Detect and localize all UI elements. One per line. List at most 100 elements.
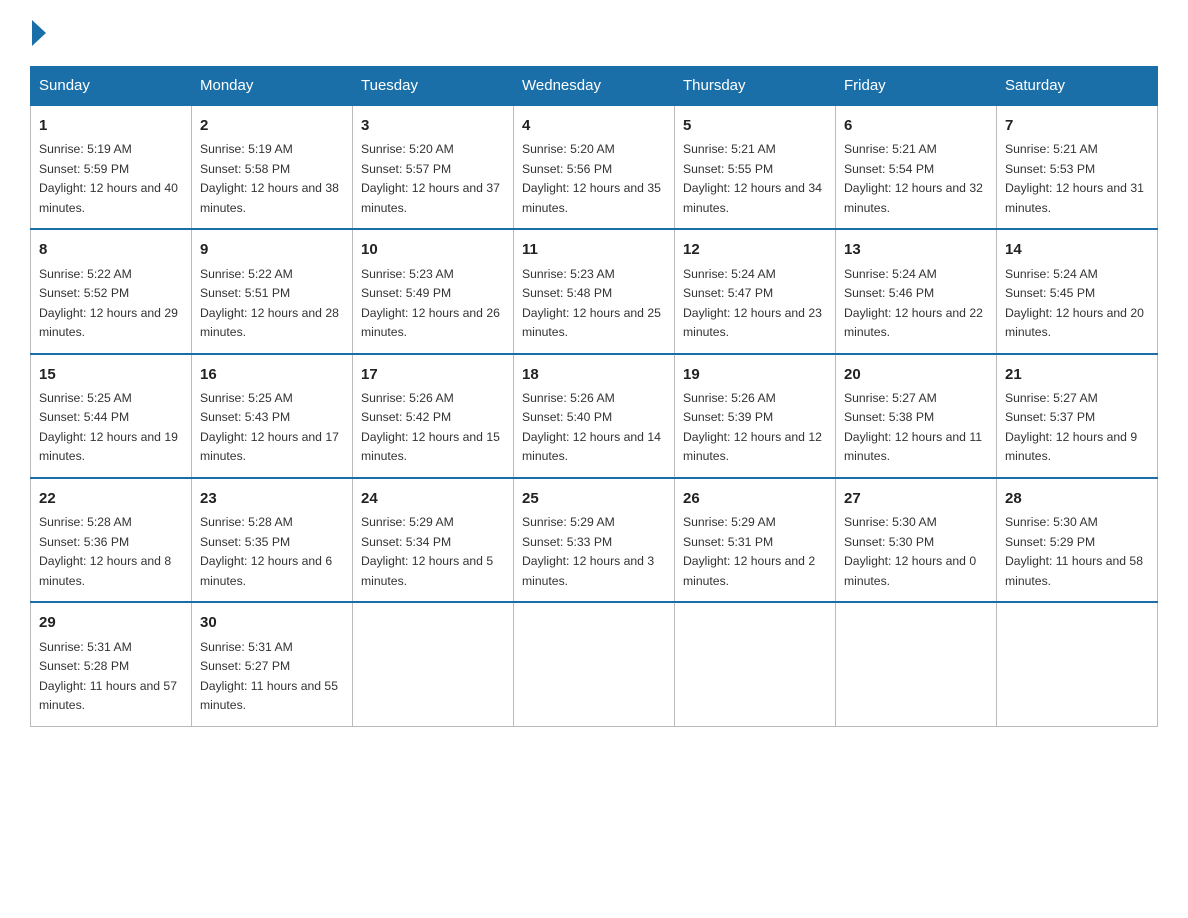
calendar-cell: 5 Sunrise: 5:21 AMSunset: 5:55 PMDaylight…	[675, 105, 836, 229]
week-row-5: 29Sunrise: 5:31 AMSunset: 5:28 PMDayligh…	[31, 602, 1158, 726]
day-info: Sunrise: 5:25 AMSunset: 5:43 PMDaylight:…	[200, 389, 344, 467]
day-number: 30	[200, 611, 344, 634]
day-info: Sunrise: 5:30 AMSunset: 5:30 PMDaylight:…	[844, 513, 988, 591]
logo	[30, 20, 46, 46]
day-info: Sunrise: 5:29 AMSunset: 5:33 PMDaylight:…	[522, 513, 666, 591]
calendar-cell	[997, 602, 1158, 726]
day-number: 8	[39, 238, 183, 261]
day-number: 15	[39, 363, 183, 386]
calendar-cell: 13 Sunrise: 5:24 AMSunset: 5:46 PMDayligh…	[836, 229, 997, 353]
calendar-cell: 18 Sunrise: 5:26 AMSunset: 5:40 PMDayligh…	[514, 354, 675, 478]
day-number: 5	[683, 114, 827, 137]
day-number: 29	[39, 611, 183, 634]
day-info: Sunrise: 5:21 AMSunset: 5:54 PMDaylight:…	[844, 140, 988, 218]
week-row-4: 22 Sunrise: 5:28 AMSunset: 5:36 PMDayligh…	[31, 478, 1158, 602]
day-info: Sunrise: 5:31 AMSunset: 5:27 PMDaylight:…	[200, 638, 344, 716]
calendar-cell: 20 Sunrise: 5:27 AMSunset: 5:38 PMDayligh…	[836, 354, 997, 478]
day-number: 18	[522, 363, 666, 386]
day-number: 27	[844, 487, 988, 510]
day-number: 19	[683, 363, 827, 386]
calendar-cell: 25 Sunrise: 5:29 AMSunset: 5:33 PMDayligh…	[514, 478, 675, 602]
day-number: 12	[683, 238, 827, 261]
day-info: Sunrise: 5:24 AMSunset: 5:47 PMDaylight:…	[683, 265, 827, 343]
day-info: Sunrise: 5:22 AMSunset: 5:51 PMDaylight:…	[200, 265, 344, 343]
day-info: Sunrise: 5:23 AMSunset: 5:48 PMDaylight:…	[522, 265, 666, 343]
week-row-2: 8 Sunrise: 5:22 AMSunset: 5:52 PMDaylight…	[31, 229, 1158, 353]
day-info: Sunrise: 5:26 AMSunset: 5:42 PMDaylight:…	[361, 389, 505, 467]
day-info: Sunrise: 5:26 AMSunset: 5:40 PMDaylight:…	[522, 389, 666, 467]
calendar-cell: 30 Sunrise: 5:31 AMSunset: 5:27 PMDayligh…	[192, 602, 353, 726]
day-number: 20	[844, 363, 988, 386]
calendar-cell: 1 Sunrise: 5:19 AMSunset: 5:59 PMDaylight…	[31, 105, 192, 229]
day-info: Sunrise: 5:21 AMSunset: 5:55 PMDaylight:…	[683, 140, 827, 218]
header-thursday: Thursday	[675, 67, 836, 106]
day-info: Sunrise: 5:28 AMSunset: 5:35 PMDaylight:…	[200, 513, 344, 591]
calendar-cell: 16 Sunrise: 5:25 AMSunset: 5:43 PMDayligh…	[192, 354, 353, 478]
calendar-cell: 10 Sunrise: 5:23 AMSunset: 5:49 PMDayligh…	[353, 229, 514, 353]
day-number: 25	[522, 487, 666, 510]
calendar-cell: 6 Sunrise: 5:21 AMSunset: 5:54 PMDaylight…	[836, 105, 997, 229]
day-number: 28	[1005, 487, 1149, 510]
calendar-cell: 3Sunrise: 5:20 AMSunset: 5:57 PMDaylight…	[353, 105, 514, 229]
day-number: 24	[361, 487, 505, 510]
day-info: Sunrise: 5:29 AMSunset: 5:34 PMDaylight:…	[361, 513, 505, 591]
page-header	[30, 20, 1158, 46]
day-info: Sunrise: 5:22 AMSunset: 5:52 PMDaylight:…	[39, 265, 183, 343]
calendar-cell: 22 Sunrise: 5:28 AMSunset: 5:36 PMDayligh…	[31, 478, 192, 602]
day-number: 10	[361, 238, 505, 261]
day-info: Sunrise: 5:24 AMSunset: 5:46 PMDaylight:…	[844, 265, 988, 343]
calendar-cell	[514, 602, 675, 726]
day-number: 2	[200, 114, 344, 137]
day-info: Sunrise: 5:19 AMSunset: 5:59 PMDaylight:…	[39, 140, 183, 218]
day-info: Sunrise: 5:26 AMSunset: 5:39 PMDaylight:…	[683, 389, 827, 467]
day-info: Sunrise: 5:28 AMSunset: 5:36 PMDaylight:…	[39, 513, 183, 591]
day-number: 9	[200, 238, 344, 261]
day-info: Sunrise: 5:27 AMSunset: 5:38 PMDaylight:…	[844, 389, 988, 467]
header-saturday: Saturday	[997, 67, 1158, 106]
calendar-cell: 15 Sunrise: 5:25 AMSunset: 5:44 PMDayligh…	[31, 354, 192, 478]
day-info: Sunrise: 5:29 AMSunset: 5:31 PMDaylight:…	[683, 513, 827, 591]
day-info: Sunrise: 5:24 AMSunset: 5:45 PMDaylight:…	[1005, 265, 1149, 343]
calendar-cell: 23 Sunrise: 5:28 AMSunset: 5:35 PMDayligh…	[192, 478, 353, 602]
week-row-1: 1 Sunrise: 5:19 AMSunset: 5:59 PMDaylight…	[31, 105, 1158, 229]
calendar-cell: 7 Sunrise: 5:21 AMSunset: 5:53 PMDaylight…	[997, 105, 1158, 229]
calendar-cell: 19 Sunrise: 5:26 AMSunset: 5:39 PMDayligh…	[675, 354, 836, 478]
calendar-cell: 24 Sunrise: 5:29 AMSunset: 5:34 PMDayligh…	[353, 478, 514, 602]
day-number: 23	[200, 487, 344, 510]
calendar-cell	[353, 602, 514, 726]
day-number: 6	[844, 114, 988, 137]
day-number: 16	[200, 363, 344, 386]
calendar-cell: 8 Sunrise: 5:22 AMSunset: 5:52 PMDaylight…	[31, 229, 192, 353]
day-number: 11	[522, 238, 666, 261]
day-info: Sunrise: 5:20 AMSunset: 5:56 PMDaylight:…	[522, 140, 666, 218]
day-info: Sunrise: 5:20 AMSunset: 5:57 PMDaylight:…	[361, 140, 505, 218]
day-info: Sunrise: 5:27 AMSunset: 5:37 PMDaylight:…	[1005, 389, 1149, 467]
week-row-3: 15 Sunrise: 5:25 AMSunset: 5:44 PMDayligh…	[31, 354, 1158, 478]
day-number: 4	[522, 114, 666, 137]
day-number: 26	[683, 487, 827, 510]
calendar-cell: 29Sunrise: 5:31 AMSunset: 5:28 PMDayligh…	[31, 602, 192, 726]
header-tuesday: Tuesday	[353, 67, 514, 106]
header-friday: Friday	[836, 67, 997, 106]
calendar-cell: 2 Sunrise: 5:19 AMSunset: 5:58 PMDaylight…	[192, 105, 353, 229]
day-number: 1	[39, 114, 183, 137]
calendar-cell: 14Sunrise: 5:24 AMSunset: 5:45 PMDayligh…	[997, 229, 1158, 353]
calendar-cell	[675, 602, 836, 726]
calendar-cell: 21 Sunrise: 5:27 AMSunset: 5:37 PMDayligh…	[997, 354, 1158, 478]
calendar-cell: 28Sunrise: 5:30 AMSunset: 5:29 PMDayligh…	[997, 478, 1158, 602]
day-info: Sunrise: 5:21 AMSunset: 5:53 PMDaylight:…	[1005, 140, 1149, 218]
header-monday: Monday	[192, 67, 353, 106]
day-info: Sunrise: 5:25 AMSunset: 5:44 PMDaylight:…	[39, 389, 183, 467]
calendar-cell	[836, 602, 997, 726]
header-sunday: Sunday	[31, 67, 192, 106]
calendar-cell: 26 Sunrise: 5:29 AMSunset: 5:31 PMDayligh…	[675, 478, 836, 602]
day-number: 13	[844, 238, 988, 261]
calendar-cell: 11 Sunrise: 5:23 AMSunset: 5:48 PMDayligh…	[514, 229, 675, 353]
day-info: Sunrise: 5:19 AMSunset: 5:58 PMDaylight:…	[200, 140, 344, 218]
logo-arrow-icon	[32, 20, 46, 46]
day-number: 7	[1005, 114, 1149, 137]
day-info: Sunrise: 5:23 AMSunset: 5:49 PMDaylight:…	[361, 265, 505, 343]
day-number: 22	[39, 487, 183, 510]
day-number: 21	[1005, 363, 1149, 386]
header-wednesday: Wednesday	[514, 67, 675, 106]
